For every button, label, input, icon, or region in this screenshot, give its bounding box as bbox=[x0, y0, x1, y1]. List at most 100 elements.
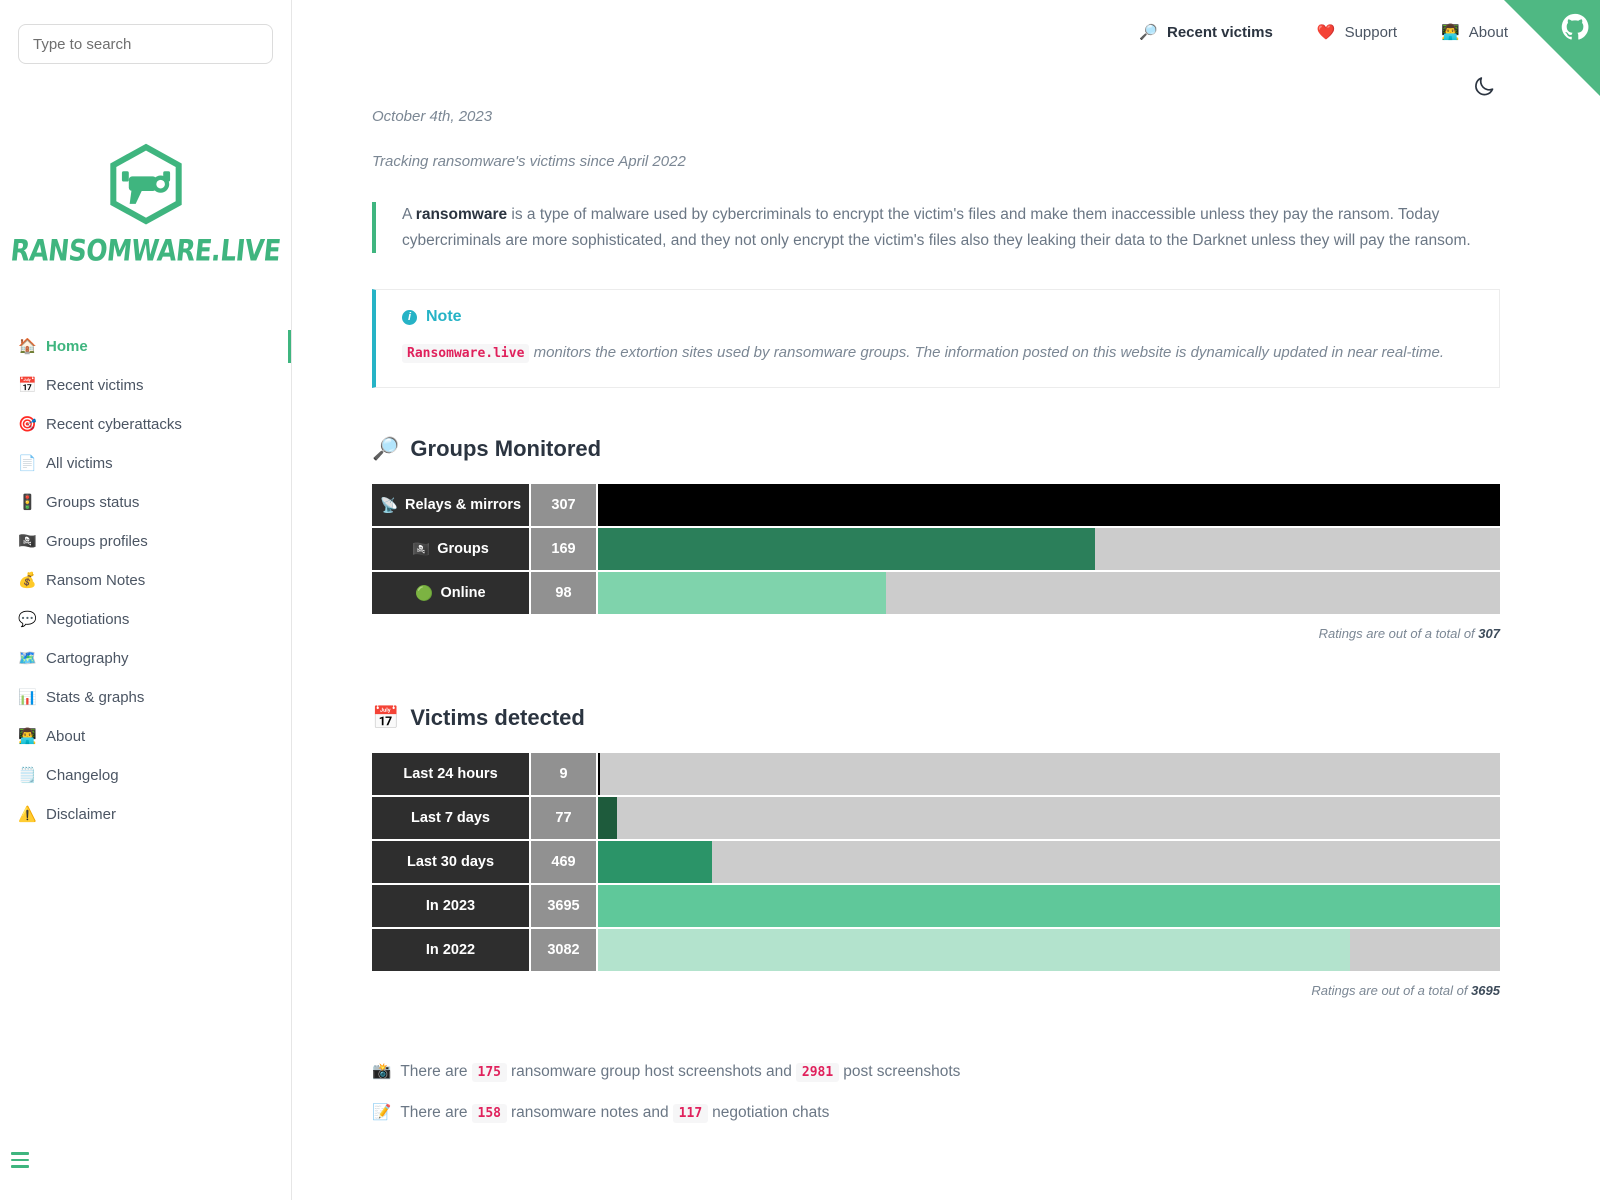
chart-row-fill bbox=[598, 797, 617, 839]
row-label-text: Relays & mirrors bbox=[405, 497, 522, 513]
search-container bbox=[0, 0, 291, 64]
top-link-label: About bbox=[1468, 24, 1508, 41]
search-input[interactable] bbox=[18, 24, 273, 64]
chart-row-value: 3695 bbox=[531, 885, 596, 927]
sidebar-item-groups-status[interactable]: 🚦 Groups status bbox=[0, 483, 291, 522]
chart-row-value: 98 bbox=[531, 572, 596, 614]
note-header: i Note bbox=[402, 308, 1475, 326]
sidebar-item-label: About bbox=[46, 728, 86, 745]
chart-row-label: 📡 Relays & mirrors bbox=[372, 484, 529, 526]
sidebar: RANSOMWARE.LIVE 🏠 Home 📅 Recent victims … bbox=[0, 0, 292, 1200]
sidebar-item-home[interactable]: 🏠 Home bbox=[0, 327, 291, 366]
target-icon: 🎯 bbox=[18, 416, 37, 433]
chart-row-track bbox=[598, 797, 1500, 839]
chart-row-track bbox=[598, 929, 1500, 971]
groups-monitored-title: 🔎 Groups Monitored bbox=[372, 436, 1500, 462]
sidebar-item-label: Disclaimer bbox=[46, 806, 117, 823]
note-text: monitors the extortion sites used by ran… bbox=[529, 344, 1445, 361]
victims-detected-title: 📅 Victims detected bbox=[372, 705, 1500, 731]
chart-row: 🟢 Online 98 bbox=[372, 572, 1500, 614]
github-cat-icon bbox=[1561, 13, 1589, 40]
footnote-prefix: Ratings are out of a total of bbox=[1311, 983, 1472, 998]
brand-logo-container[interactable]: RANSOMWARE.LIVE bbox=[0, 142, 291, 268]
chart-row-value: 469 bbox=[531, 841, 596, 883]
note-icon: 🗒️ bbox=[18, 767, 37, 784]
chart-row-track bbox=[598, 572, 1500, 614]
sidebar-item-stats-graphs[interactable]: 📊 Stats & graphs bbox=[0, 678, 291, 717]
chart-row: In 2023 3695 bbox=[372, 885, 1500, 927]
chart-row-value: 3082 bbox=[531, 929, 596, 971]
sidebar-item-ransom-notes[interactable]: 💰 Ransom Notes bbox=[0, 561, 291, 600]
sidebar-item-label: Recent victims bbox=[46, 377, 144, 394]
sidebar-item-all-victims[interactable]: 📄 All victims bbox=[0, 444, 291, 483]
sidebar-item-groups-profiles[interactable]: 🏴‍☠️ Groups profiles bbox=[0, 522, 291, 561]
sidebar-item-disclaimer[interactable]: ⚠️ Disclaimer bbox=[0, 795, 291, 834]
chart-row-label: Last 7 days bbox=[372, 797, 529, 839]
camera-icon: 📸 bbox=[372, 1063, 392, 1080]
sidebar-item-recent-victims[interactable]: 📅 Recent victims bbox=[0, 366, 291, 405]
chart-row-label: In 2022 bbox=[372, 929, 529, 971]
fact-part: post screenshots bbox=[843, 1062, 961, 1080]
top-link-recent-victims[interactable]: 🔎 Recent victims bbox=[1139, 24, 1273, 41]
chart-row-value: 169 bbox=[531, 528, 596, 570]
sidebar-item-cartography[interactable]: 🗺️ Cartography bbox=[0, 639, 291, 678]
sidebar-item-label: Changelog bbox=[46, 767, 119, 784]
row-label-text: In 2023 bbox=[425, 898, 476, 914]
cctv-hexagon-logo-icon bbox=[109, 143, 182, 225]
chart-row-label: In 2023 bbox=[372, 885, 529, 927]
fact-part: ransomware group host screenshots and bbox=[511, 1062, 792, 1080]
map-icon: 🗺️ bbox=[18, 650, 37, 667]
calendar-icon: 📅 bbox=[18, 377, 37, 394]
chart-row: In 2022 3082 bbox=[372, 929, 1500, 971]
chart-row-label: Last 24 hours bbox=[372, 753, 529, 795]
sidebar-item-negotiations[interactable]: 💬 Negotiations bbox=[0, 600, 291, 639]
heart-icon: ❤️ bbox=[1316, 24, 1336, 41]
chart-row-fill bbox=[598, 929, 1351, 971]
row-label-text: Last 7 days bbox=[411, 810, 490, 826]
footnote-total: 307 bbox=[1478, 626, 1500, 641]
intro-before: A bbox=[402, 206, 416, 223]
sidebar-item-changelog[interactable]: 🗒️ Changelog bbox=[0, 756, 291, 795]
sidebar-item-about[interactable]: 👨‍💻 About bbox=[0, 717, 291, 756]
traffic-light-icon: 🚦 bbox=[18, 494, 37, 511]
fact-notes: 📝 There are 158 ransomware notes and 117 neg… bbox=[372, 1103, 1500, 1123]
facts-list: 📸 There are 175 ransomware group host scre… bbox=[372, 1062, 1500, 1123]
groups-ratings-footnote: Ratings are out of a total of 307 bbox=[372, 626, 1500, 641]
ransomware-link[interactable]: ransomware bbox=[416, 206, 507, 223]
sidebar-item-label: All victims bbox=[46, 455, 113, 472]
groups-monitored-chart: 📡 Relays & mirrors 307 🏴‍☠️ Groups 169 🟢 Online… bbox=[372, 484, 1500, 614]
brand-name: RANSOMWARE.LIVE bbox=[8, 233, 283, 268]
sidebar-item-label: Groups profiles bbox=[46, 533, 148, 550]
magnifier-icon: 🔎 bbox=[1139, 24, 1158, 41]
top-link-support[interactable]: ❤️ Support bbox=[1317, 24, 1397, 41]
row-label-text: Online bbox=[440, 585, 486, 601]
money-bag-icon: 💰 bbox=[18, 572, 37, 589]
fact-number: 2981 bbox=[795, 1062, 840, 1082]
chart-row-fill bbox=[598, 841, 713, 883]
current-date: October 4th, 2023 bbox=[372, 108, 493, 125]
sidebar-nav: 🏠 Home 📅 Recent victims 🎯 Recent cyberat… bbox=[0, 327, 291, 834]
footnote-total: 3695 bbox=[1471, 983, 1500, 998]
fact-text: There are 158 ransomware notes and 117 negot… bbox=[400, 1103, 829, 1123]
note-callout: i Note Ransomware.live monitors the exto… bbox=[372, 289, 1500, 388]
bar-chart-icon: 📊 bbox=[18, 689, 37, 706]
hamburger-icon[interactable] bbox=[11, 1152, 29, 1168]
sidebar-item-label: Stats & graphs bbox=[46, 689, 145, 706]
row-icon: 🏴‍☠️ bbox=[412, 541, 431, 558]
chart-row-track bbox=[598, 528, 1500, 570]
top-link-about[interactable]: 👨‍💻 About bbox=[1441, 24, 1508, 41]
victims-ratings-footnote: Ratings are out of a total of 3695 bbox=[372, 983, 1500, 998]
sidebar-item-label: Recent cyberattacks bbox=[46, 416, 182, 433]
top-bar: 🔎 Recent victims ❤️ Support 👨‍💻 About bbox=[292, 0, 1600, 96]
info-icon: i bbox=[402, 309, 417, 325]
site-code-chip: Ransomware.live bbox=[402, 344, 530, 363]
fact-screenshots: 📸 There are 175 ransomware group host scre… bbox=[372, 1062, 1500, 1082]
fact-part: There are bbox=[400, 1062, 468, 1080]
main-content: October 4th, 2023 Tracking ransomware's … bbox=[292, 72, 1600, 1200]
sidebar-item-label: Home bbox=[46, 338, 88, 355]
section-title-text: Groups Monitored bbox=[410, 436, 602, 461]
row-icon: 📡 bbox=[379, 497, 398, 514]
chart-row-value: 9 bbox=[531, 753, 596, 795]
chart-row-value: 77 bbox=[531, 797, 596, 839]
sidebar-item-recent-cyberattacks[interactable]: 🎯 Recent cyberattacks bbox=[0, 405, 291, 444]
